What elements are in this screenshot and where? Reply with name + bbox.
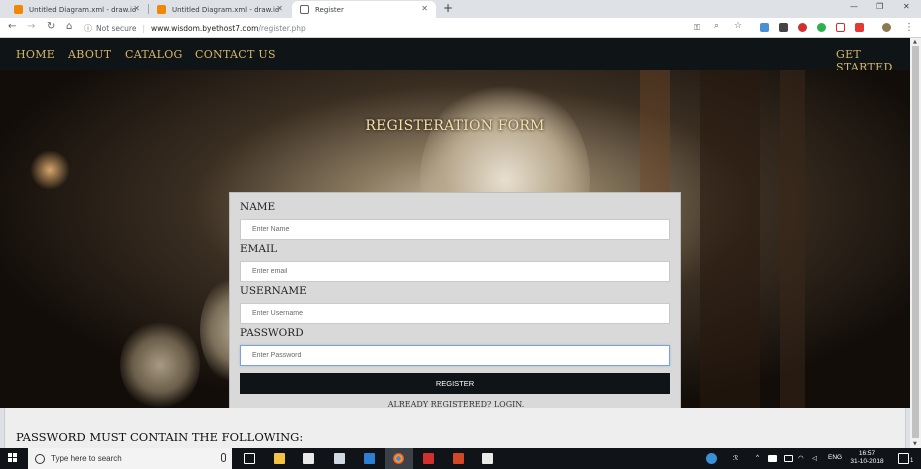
name-input[interactable]: [240, 219, 670, 240]
scroll-down-icon[interactable]: ▼: [913, 441, 917, 447]
extension-icon[interactable]: [760, 23, 769, 32]
info-icon[interactable]: ⓘ: [84, 23, 92, 34]
acrobat-icon[interactable]: [423, 453, 434, 464]
tab-title: Untitled Diagram.xml - draw.io: [172, 5, 280, 14]
task-view-icon[interactable]: [244, 453, 255, 464]
key-icon[interactable]: ⚿: [694, 23, 700, 33]
microphone-icon[interactable]: [221, 453, 226, 462]
mail-icon[interactable]: [334, 453, 345, 464]
hero-background: Registeration Form Name Email Username P…: [0, 70, 910, 408]
bust-statue-decor: [120, 320, 200, 408]
drawio-icon: [157, 5, 166, 14]
address-bar: ← → ↻ ⌂ ⓘ Not secure | www.wisdom.byetho…: [0, 18, 921, 38]
cortana-icon: [35, 453, 45, 464]
url-divider: |: [142, 23, 145, 33]
nav-catalog-link[interactable]: Catalog: [125, 48, 183, 61]
extension-icon[interactable]: [836, 23, 845, 32]
password-rules-title: Password must contain the following:: [16, 430, 304, 444]
site-navbar: Home About Catalog Contact Us Get Starte…: [0, 38, 910, 74]
registration-form: Name Email Username Password Register Al…: [229, 192, 681, 408]
url-field[interactable]: ⓘ Not secure | www.wisdom.byethost7.com …: [84, 21, 752, 35]
password-input[interactable]: [240, 345, 670, 366]
notification-icon[interactable]: [898, 453, 909, 464]
already-registered-text: Already registered?: [387, 400, 492, 408]
store-icon[interactable]: [303, 453, 314, 464]
app-icon[interactable]: [364, 453, 375, 464]
reload-icon[interactable]: ↻: [47, 21, 55, 32]
window-close-icon[interactable]: ✕: [903, 2, 910, 11]
url-path: /register.php: [258, 23, 306, 33]
tab-title: Register: [315, 5, 344, 14]
new-tab-button[interactable]: +: [443, 1, 453, 15]
taskbar-search-placeholder: Type here to search: [51, 454, 122, 463]
windows-start-icon[interactable]: [8, 453, 18, 463]
menu-dots-icon[interactable]: ⋮: [904, 22, 914, 33]
file-explorer-icon[interactable]: [274, 453, 285, 464]
url-host: www.wisdom.byethost7.com: [151, 23, 259, 33]
page-icon: [300, 5, 309, 14]
photos-icon[interactable]: [482, 453, 493, 464]
browser-tab-3-active[interactable]: Register ✕: [292, 1, 436, 18]
extension-icon[interactable]: [855, 23, 864, 32]
chrome-icon[interactable]: [393, 453, 404, 464]
windows-taskbar: Type here to search ℛ ^ ◠ ◁ ENG 16:57 31…: [0, 448, 921, 469]
browser-tab-1[interactable]: Untitled Diagram.xml - draw.io ✕: [6, 1, 148, 18]
tab-title: Untitled Diagram.xml - draw.io: [29, 5, 137, 14]
page-viewport: Home About Catalog Contact Us Get Starte…: [0, 38, 910, 448]
battery-icon[interactable]: [768, 455, 777, 462]
volume-icon[interactable]: ◁: [812, 454, 817, 462]
password-rules-section: Password must contain the following:: [4, 408, 906, 448]
scroll-up-icon[interactable]: ▲: [913, 39, 917, 45]
tab-close-icon[interactable]: ✕: [276, 4, 283, 13]
nav-about-link[interactable]: About: [68, 48, 111, 61]
register-button[interactable]: Register: [240, 373, 670, 394]
password-label: Password: [240, 327, 304, 339]
avatar[interactable]: [882, 23, 891, 32]
username-input[interactable]: [240, 303, 670, 324]
minimize-icon[interactable]: —: [850, 2, 858, 11]
tab-close-icon[interactable]: ✕: [133, 4, 140, 13]
language-indicator[interactable]: ENG: [828, 454, 842, 461]
powerpoint-icon[interactable]: [453, 453, 464, 464]
username-label: Username: [240, 285, 307, 297]
monitor-icon[interactable]: [784, 455, 793, 462]
taskbar-clock[interactable]: 16:57 31-10-2018: [846, 450, 888, 466]
page-title: Registeration Form: [365, 118, 545, 134]
page-scrollbar[interactable]: ▲ ▼: [910, 38, 921, 448]
wifi-icon[interactable]: ◠: [798, 454, 804, 462]
light-glow-decor: [30, 150, 70, 190]
back-icon[interactable]: ←: [8, 21, 16, 32]
security-status: Not secure: [96, 23, 137, 33]
extension-icon[interactable]: [798, 23, 807, 32]
nav-home-link[interactable]: Home: [16, 48, 55, 61]
clock-time: 16:57: [858, 450, 876, 457]
tab-close-icon[interactable]: ✕: [421, 4, 428, 13]
maximize-icon[interactable]: ❐: [876, 2, 883, 11]
browser-tab-2[interactable]: Untitled Diagram.xml - draw.io ✕: [149, 1, 291, 18]
zoom-icon[interactable]: ⌕: [714, 21, 719, 31]
login-link[interactable]: Login.: [494, 400, 524, 408]
people-icon[interactable]: ℛ: [733, 454, 738, 462]
nav-contact-link[interactable]: Contact Us: [195, 48, 276, 61]
taskbar-search-field[interactable]: Type here to search: [28, 448, 232, 469]
drawio-icon: [14, 5, 23, 14]
extension-icon[interactable]: [779, 23, 788, 32]
notification-count: 1: [910, 458, 914, 464]
name-label: Name: [240, 201, 276, 213]
help-icon[interactable]: [706, 453, 717, 464]
forward-icon[interactable]: →: [27, 21, 35, 32]
login-prompt: Already registered? Login.: [230, 400, 682, 408]
email-label: Email: [240, 243, 278, 255]
scrollbar-thumb[interactable]: [912, 46, 919, 438]
tray-expand-icon[interactable]: ^: [756, 454, 759, 461]
clock-date: 31-10-2018: [850, 458, 884, 465]
email-input[interactable]: [240, 261, 670, 282]
bookmark-star-icon[interactable]: ☆: [734, 21, 742, 31]
grammarly-icon[interactable]: [817, 23, 826, 32]
home-icon[interactable]: ⌂: [66, 21, 72, 32]
tab-strip: Untitled Diagram.xml - draw.io ✕ Untitle…: [0, 0, 921, 18]
